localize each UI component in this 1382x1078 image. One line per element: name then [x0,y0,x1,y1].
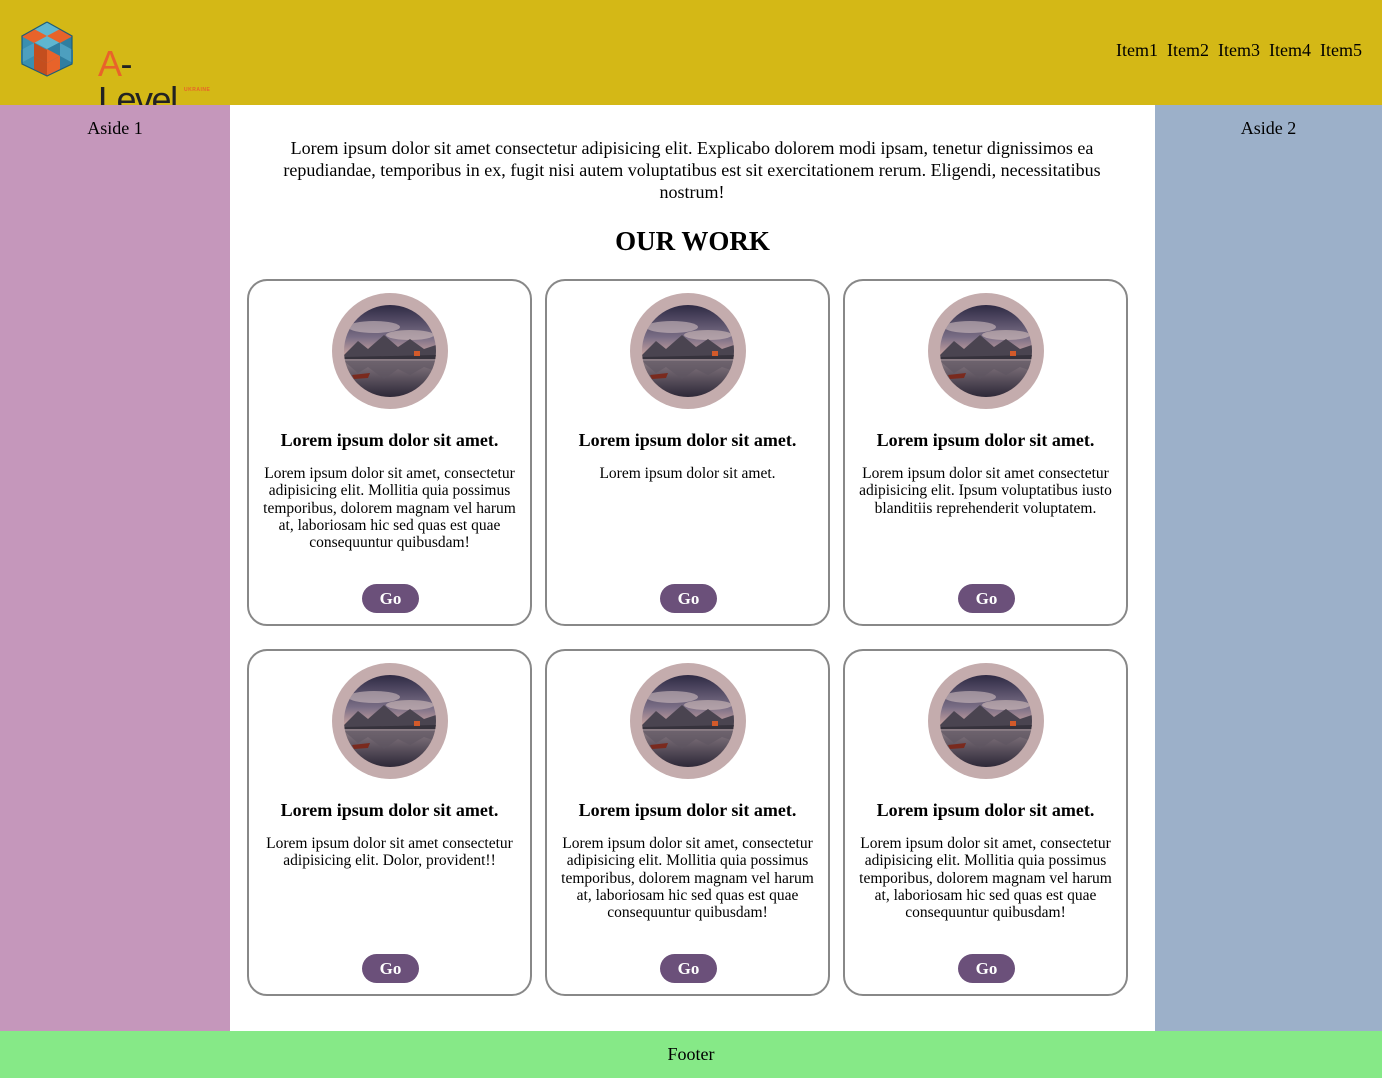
go-button[interactable]: Go [362,954,419,983]
work-card-6: Lorem ipsum dolor sit amet. Lorem ipsum … [843,649,1128,996]
card-text: Lorem ipsum dolor sit amet, consectetur … [561,835,814,922]
mountain-lake-image [344,675,436,767]
main-nav: Item1 Item2 Item3 Item4 Item5 [1116,40,1362,61]
card-text: Lorem ipsum dolor sit amet consectetur a… [859,465,1112,517]
cube-logo-icon [21,21,73,77]
intro-text: Lorem ipsum dolor sit amet consectetur a… [283,138,1101,202]
site-header: A-Level UKRAINE Item1 Item2 Item3 Item4 … [0,0,1382,118]
card-text: Lorem ipsum dolor sit amet, consectetur … [859,835,1112,922]
card-thumbnail [332,663,448,779]
mountain-lake-image [344,305,436,397]
card-text: Lorem ipsum dolor sit amet, consectetur … [263,465,516,552]
work-card-3: Lorem ipsum dolor sit amet. Lorem ipsum … [843,279,1128,626]
go-button[interactable]: Go [362,584,419,613]
site-logo[interactable]: A-Level UKRAINE [20,20,210,118]
work-card-5: Lorem ipsum dolor sit amet. Lorem ipsum … [545,649,830,996]
card-title: Lorem ipsum dolor sit amet. [578,800,797,820]
go-button[interactable]: Go [958,584,1015,613]
mountain-lake-image [642,305,734,397]
nav-item-1[interactable]: Item1 [1116,40,1158,61]
nav-item-4[interactable]: Item4 [1269,40,1311,61]
card-title: Lorem ipsum dolor sit amet. [876,800,1095,820]
card-title: Lorem ipsum dolor sit amet. [578,430,797,450]
card-thumbnail [928,293,1044,409]
card-title: Lorem ipsum dolor sit amet. [280,430,499,450]
site-footer: Footer [0,1031,1382,1078]
card-thumbnail [332,293,448,409]
nav-item-3[interactable]: Item3 [1218,40,1260,61]
card-title: Lorem ipsum dolor sit amet. [280,800,499,820]
go-button[interactable]: Go [660,954,717,983]
mountain-lake-image [940,305,1032,397]
aside-right-label: Aside 2 [1240,118,1297,138]
nav-item-2[interactable]: Item2 [1167,40,1209,61]
work-card-4: Lorem ipsum dolor sit amet. Lorem ipsum … [247,649,532,996]
aside-left-label: Aside 1 [87,118,143,138]
aside-right: Aside 2 [1155,105,1382,1031]
card-text: Lorem ipsum dolor sit amet. [599,465,776,482]
card-text: Lorem ipsum dolor sit amet consectetur a… [266,835,513,870]
section-title: OUR WORK [615,226,770,256]
card-thumbnail [928,663,1044,779]
aside-left: Aside 1 [0,105,230,1031]
mountain-lake-image [642,675,734,767]
mountain-lake-image [940,675,1032,767]
footer-label: Footer [667,1044,715,1064]
go-button[interactable]: Go [660,584,717,613]
work-card-2: Lorem ipsum dolor sit amet. Lorem ipsum … [545,279,830,626]
card-thumbnail [630,293,746,409]
card-title: Lorem ipsum dolor sit amet. [876,430,1095,450]
go-button[interactable]: Go [958,954,1015,983]
work-card-1: Lorem ipsum dolor sit amet. Lorem ipsum … [247,279,532,626]
logo-subtitle: UKRAINE [184,87,211,93]
main-content: Lorem ipsum dolor sit amet consectetur a… [230,105,1155,1031]
card-thumbnail [630,663,746,779]
nav-item-5[interactable]: Item5 [1320,40,1362,61]
